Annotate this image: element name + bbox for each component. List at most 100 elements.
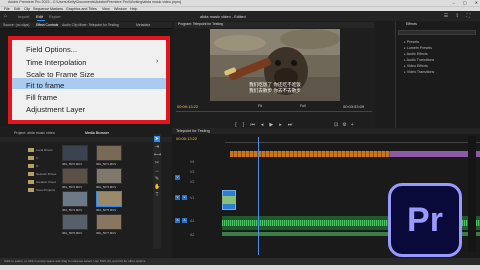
menu-item-field-options[interactable]: Field Options... — [26, 45, 77, 54]
media-thumbnail-selected[interactable] — [96, 191, 122, 207]
folder-name[interactable]: Network Drives — [36, 172, 56, 176]
tab-metadata[interactable]: Metadata — [136, 23, 150, 27]
folder-name[interactable]: D: — [36, 164, 39, 168]
playhead[interactable] — [258, 137, 259, 255]
media-thumbnail[interactable] — [62, 191, 88, 207]
track-label-v4: V4 — [190, 160, 195, 164]
track-target-icon[interactable]: A — [175, 218, 180, 223]
tab-source[interactable]: Source: (no clips) — [3, 23, 29, 27]
timeline-clip-strip[interactable] — [390, 151, 480, 157]
timeline-header — [172, 128, 480, 134]
effects-panel-title: Effects — [406, 22, 417, 26]
resolution-select[interactable]: Full — [300, 104, 306, 108]
media-thumbnail[interactable] — [96, 145, 122, 161]
track-target-icon[interactable]: V — [175, 175, 180, 180]
program-monitor-header: Program: Telepoint for Testing — [174, 22, 374, 28]
window-title: Adobe Premiere Pro 2023 - C:\Users\Kelly… — [8, 0, 182, 4]
premiere-logo: Pr — [388, 183, 462, 257]
folder-icon — [28, 180, 34, 184]
folder-name[interactable]: C: — [36, 156, 39, 160]
menu-item-time-interpolation[interactable]: Time Interpolation — [26, 58, 87, 67]
effects-item-presets[interactable]: Presets — [404, 40, 419, 44]
hand-tool-icon[interactable]: ✋ — [154, 184, 160, 190]
program-timecode[interactable]: 00:00:13:22 — [177, 104, 198, 109]
program-monitor-ruler[interactable] — [176, 111, 372, 115]
quick-export-icon[interactable]: ⇪ — [455, 13, 459, 19]
tab-audio-clip-mixer[interactable]: Audio Clip Mixer: Telepoint for Testing — [62, 23, 119, 27]
media-thumbnail[interactable] — [62, 145, 88, 161]
status-bar: Click to select, or click in empty space… — [0, 258, 480, 265]
workspaces-icon[interactable]: ☰ — [444, 13, 448, 19]
track-label-a2: A2 — [190, 233, 195, 237]
effects-item-audio-effects[interactable]: Audio Effects — [404, 52, 428, 56]
program-monitor-title: Program: Telepoint for Testing — [178, 22, 223, 26]
media-caption: IMG_5672.MOV — [62, 185, 83, 189]
timeline-ruler[interactable] — [225, 137, 480, 143]
tab-import[interactable]: Import — [18, 14, 29, 19]
media-thumbnail[interactable] — [62, 214, 88, 230]
folder-icon — [28, 156, 34, 160]
media-thumbnail[interactable] — [96, 168, 122, 184]
source-panel-tabs: Source: (no clips) Effect Controls Audio… — [0, 22, 172, 29]
tab-media-browser[interactable]: Media Browser — [85, 131, 109, 136]
status-text: Click to select, or click in empty space… — [4, 259, 147, 263]
effects-item-lumetri-presets[interactable]: Lumetri Presets — [404, 46, 432, 50]
media-caption: IMG_5677.MOV — [96, 231, 117, 235]
media-thumbnail[interactable] — [96, 214, 122, 230]
tab-project[interactable]: Project: alida music video — [14, 131, 55, 136]
menu-item-scale-to-frame-size[interactable]: Scale to Frame Size — [26, 70, 94, 79]
project-title: alida music video - Edited — [200, 14, 246, 19]
track-select-icon[interactable]: ⇥ — [154, 144, 160, 150]
folder-name[interactable]: Local Drives — [36, 148, 53, 152]
track-label-v2: V2 — [190, 180, 195, 184]
fullscreen-icon[interactable]: ⛶ — [466, 13, 470, 19]
selection-tool-icon[interactable]: ➤ — [154, 136, 160, 142]
effects-item-audio-transitions[interactable]: Audio Transitions — [404, 58, 435, 62]
timeline-timecode[interactable]: 00:00:13:22 — [176, 136, 197, 141]
media-caption: IMG_5670.MOV — [62, 162, 83, 166]
menu-item-adjustment-layer[interactable]: Adjustment Layer — [26, 105, 85, 114]
tab-effect-controls[interactable]: Effect Controls — [36, 23, 58, 27]
folder-icon — [28, 164, 34, 168]
menu-item-fill-frame[interactable]: Fill frame — [26, 93, 57, 102]
submenu-arrow-icon: › — [156, 58, 159, 65]
media-caption: IMG_5674.MOV — [62, 208, 83, 212]
subtitle-line-2: 我们去散步 你去不去散步 — [249, 88, 301, 93]
type-tool-icon[interactable]: T — [154, 192, 160, 198]
folder-name[interactable]: Team Projects — [36, 188, 55, 192]
logo-text: Pr — [407, 200, 443, 239]
video-clip-thumbnail — [222, 196, 236, 204]
timeline-title[interactable]: Telepoint for Testing — [176, 129, 210, 133]
ripple-edit-icon[interactable]: ⟷ — [154, 152, 161, 158]
track-lock-icon[interactable]: A — [182, 218, 187, 223]
effects-item-video-transitions[interactable]: Video Transitions — [404, 70, 435, 74]
program-duration: 00:03:53:09 — [343, 104, 365, 109]
track-label-v3: V3 — [190, 170, 195, 174]
media-thumbnail[interactable] — [62, 168, 88, 184]
media-caption: IMG_5676.MOV — [62, 231, 83, 235]
razor-tool-icon[interactable]: ✂ — [154, 160, 160, 166]
folder-name[interactable]: Creative Cloud — [36, 180, 56, 184]
folder-icon — [28, 188, 34, 192]
active-tab-indicator — [37, 20, 45, 21]
effects-search-input[interactable] — [398, 30, 476, 35]
slip-tool-icon[interactable]: ↔ — [154, 168, 160, 174]
tab-export[interactable]: Export — [49, 14, 61, 19]
media-caption: IMG_5675.MOV — [96, 208, 117, 212]
track-label-a1: A1 — [190, 219, 195, 223]
folder-icon — [28, 172, 34, 176]
effects-item-video-effects[interactable]: Video Effects — [404, 64, 428, 68]
audio-meter — [468, 136, 476, 252]
pen-tool-icon[interactable]: ✎ — [154, 176, 160, 182]
home-icon[interactable]: ⌂ — [4, 13, 7, 19]
menu-item-fit-to-frame[interactable]: Fit to frame — [26, 81, 64, 90]
folder-icon — [28, 148, 34, 152]
tab-edit[interactable]: Edit — [36, 14, 43, 19]
track-target-icon[interactable]: V — [175, 195, 180, 200]
track-lock-icon[interactable]: V — [182, 195, 187, 200]
media-caption: IMG_5671.MOV — [96, 162, 117, 166]
taskbar — [0, 265, 480, 270]
timeline-clip-strip[interactable] — [230, 151, 390, 157]
context-menu: Field Options... Time Interpolation › Sc… — [8, 36, 170, 124]
zoom-select[interactable]: Fit — [258, 104, 262, 108]
